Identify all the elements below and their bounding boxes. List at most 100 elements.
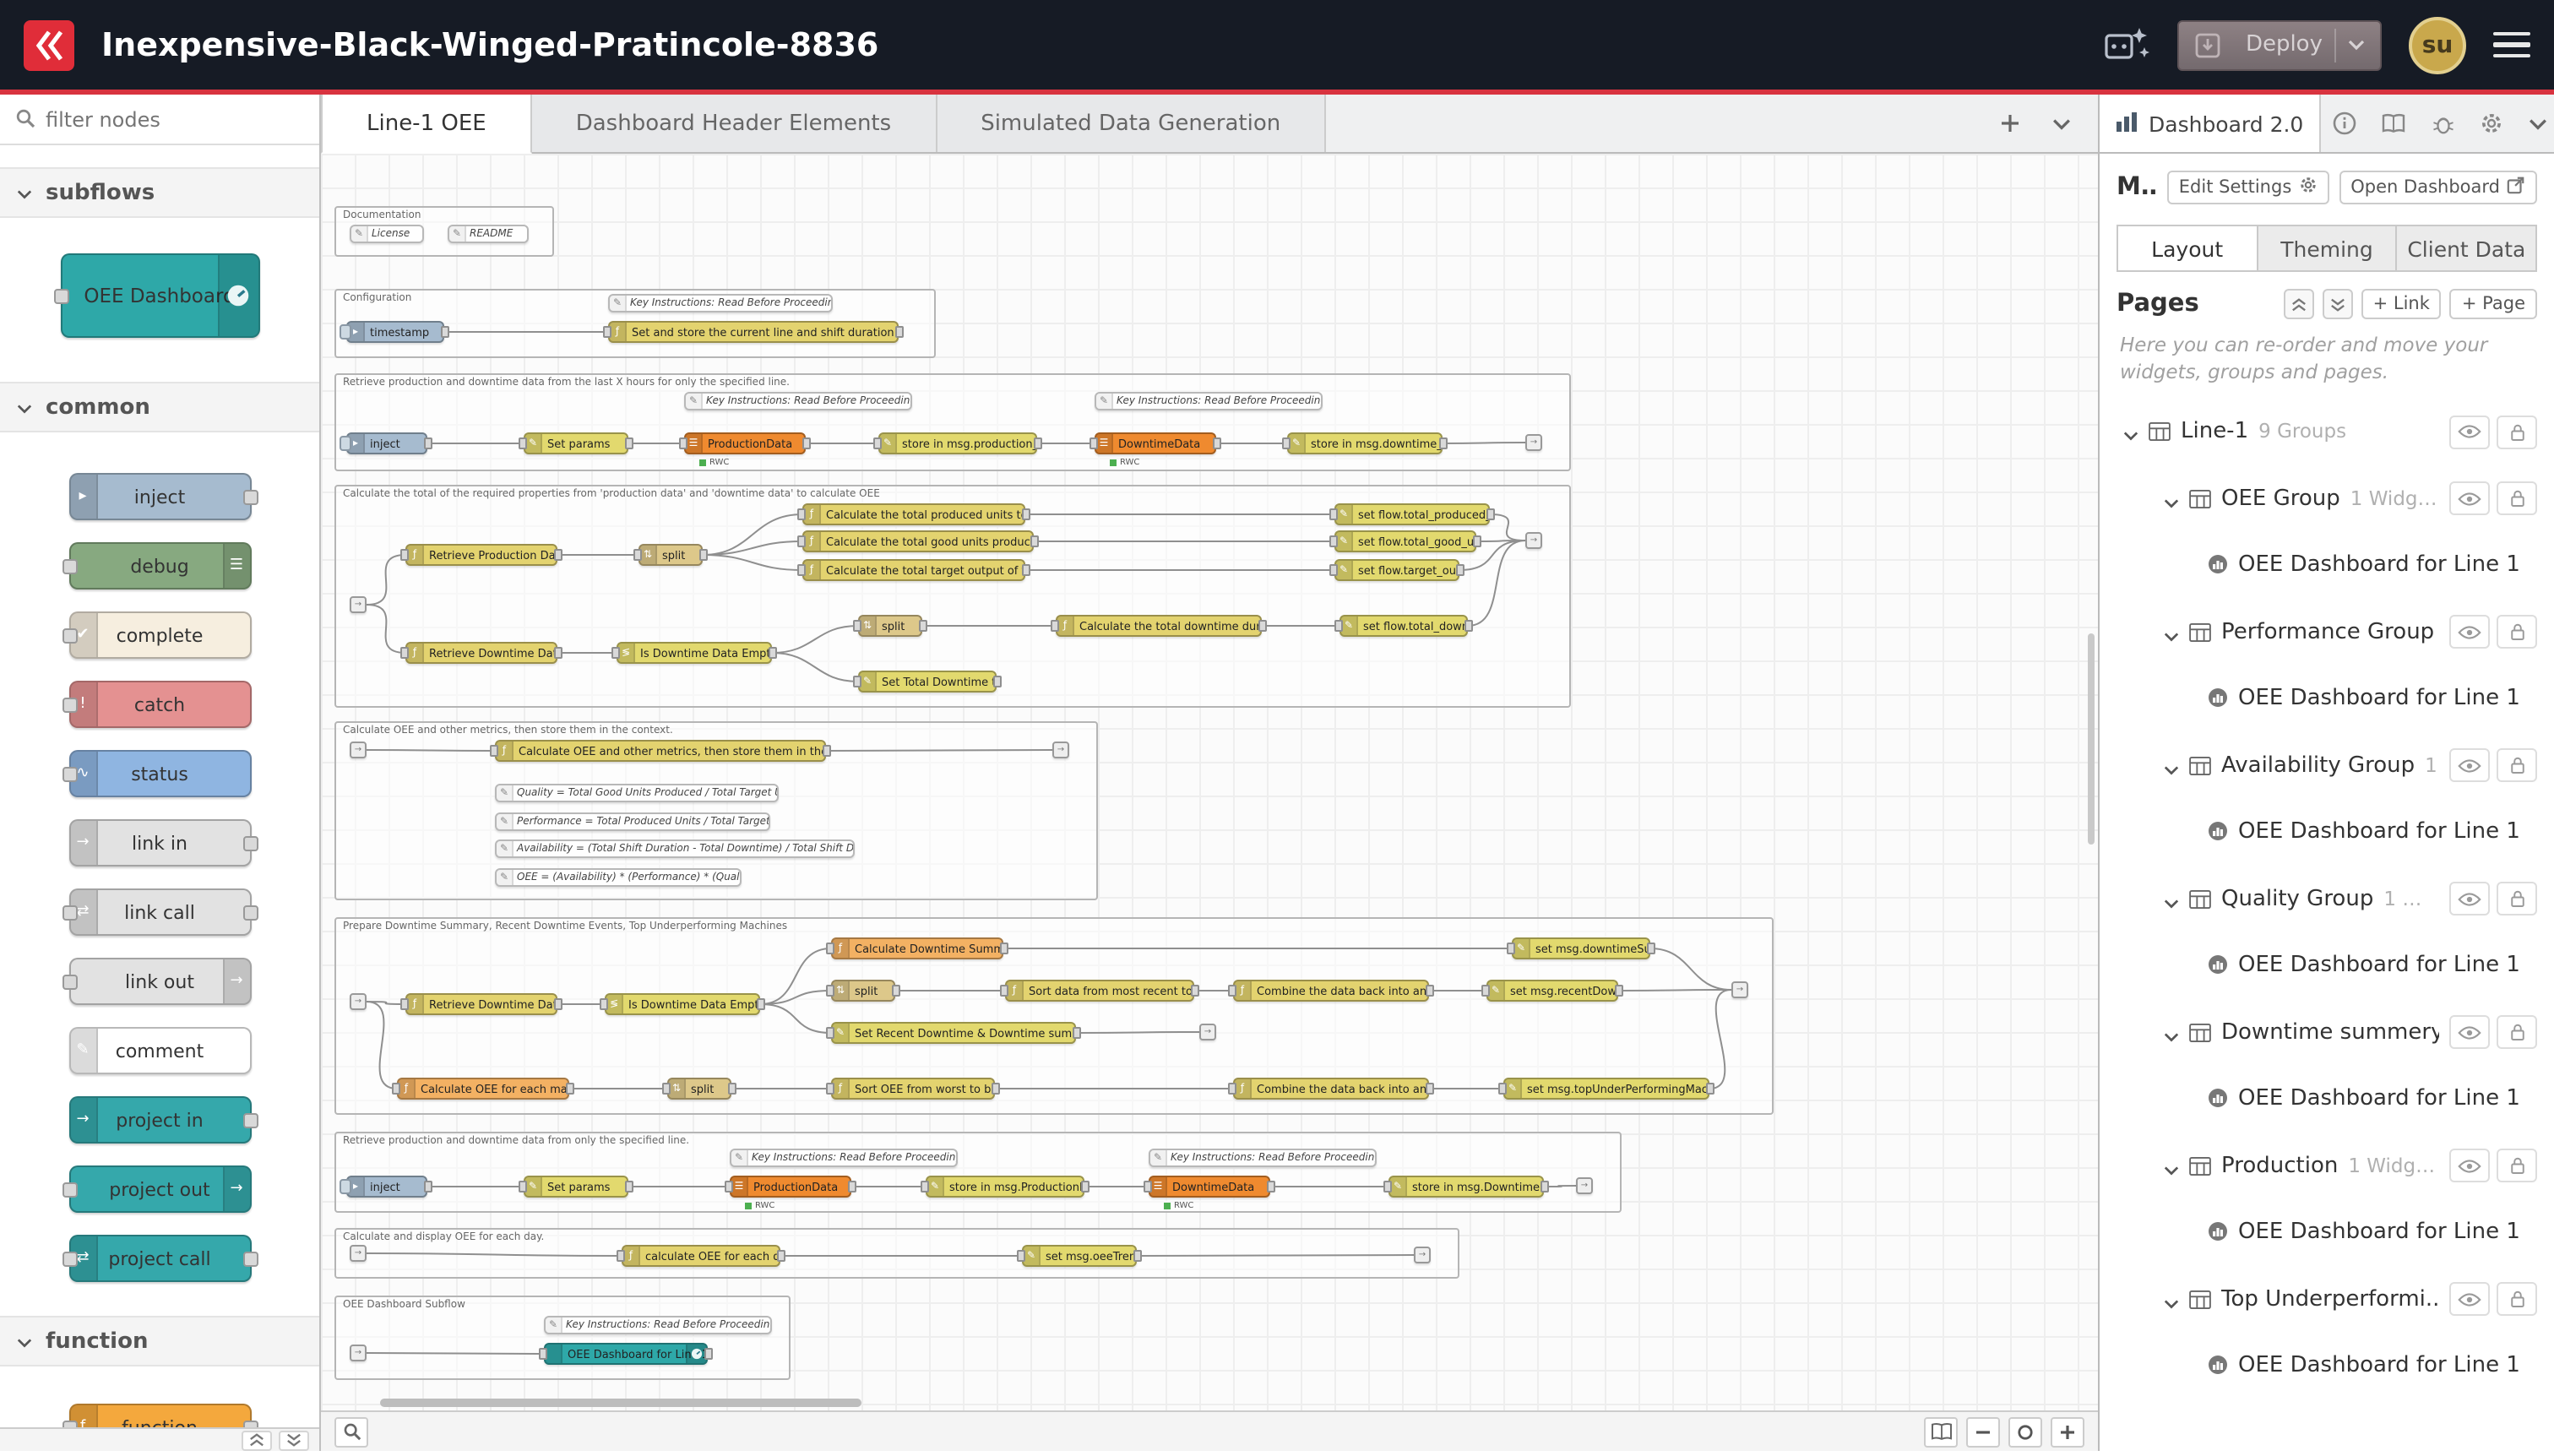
node-subflow[interactable]: OEE Dashboard for Line 1 <box>544 1343 708 1365</box>
node-funcorange[interactable]: ƒCalculate Downtime Summary <box>831 937 1003 959</box>
node-function[interactable]: ƒCalculate OEE and other metrics, then s… <box>495 740 826 762</box>
lock-toggle-button[interactable] <box>2497 1283 2537 1317</box>
palette-node-link-out[interactable]: →link out <box>68 958 251 1005</box>
node-function[interactable]: ƒCalculate the total target output of to… <box>802 559 1025 581</box>
node-function[interactable]: ƒcalculate OEE for each day <box>622 1245 780 1267</box>
palette-node-comment[interactable]: ✎comment <box>68 1027 251 1074</box>
tree-group-row[interactable]: Production1 Widgets <box>2110 1133 2544 1199</box>
node-linkout[interactable]: → <box>1199 1024 1216 1040</box>
tab-config[interactable] <box>2467 95 2516 152</box>
palette-node-project-out[interactable]: →project out <box>68 1165 251 1213</box>
tree-group-row[interactable]: Top Underperformi...1 Widgets <box>2110 1266 2544 1333</box>
node-change[interactable]: ✎Set Recent Downtime & Downtime summary … <box>831 1022 1076 1044</box>
chevron-down-icon[interactable] <box>2164 883 2179 915</box>
visibility-toggle-button[interactable] <box>2449 749 2490 783</box>
palette-node-function[interactable]: ƒfunction <box>68 1404 251 1427</box>
node-linkin[interactable]: → <box>350 742 367 758</box>
tree-group-row[interactable]: Performance Group1 Widgets <box>2110 599 2544 666</box>
node-function[interactable]: ƒSort data from most recent to oldest <box>1005 980 1194 1002</box>
palette-category-header[interactable]: function <box>0 1316 319 1366</box>
expand-all-button[interactable] <box>2323 289 2353 319</box>
tab-debug[interactable] <box>2418 95 2467 152</box>
node-comment[interactable]: ✎Performance = Total Produced Units / To… <box>495 812 770 831</box>
lock-toggle-button[interactable] <box>2497 482 2537 516</box>
node-comment[interactable]: ✎Key Instructions: Read Before Proceedin… <box>1149 1149 1377 1167</box>
flow-canvas[interactable]: DocumentationConfigurationRetrieve produ… <box>321 154 2098 1410</box>
visibility-toggle-button[interactable] <box>2449 1283 2490 1317</box>
node-function[interactable]: ƒRetrieve Production Data <box>405 544 557 566</box>
chevron-down-icon[interactable] <box>2164 1017 2179 1049</box>
palette-node-project-call[interactable]: ⇄project call <box>68 1235 251 1282</box>
node-function[interactable]: ƒCalculate the total produced units toda… <box>802 503 1025 525</box>
node-change[interactable]: ✎set flow.total_produced_units <box>1334 503 1490 525</box>
canvas-search-button[interactable] <box>334 1416 368 1447</box>
node-change[interactable]: ✎set msg.recentDowntime <box>1486 980 1618 1002</box>
canvas-vertical-scrollbar[interactable] <box>2088 633 2095 845</box>
chevron-down-icon[interactable] <box>2164 617 2179 649</box>
tab-simulated-data-generation[interactable]: Simulated Data Generation <box>937 95 1326 152</box>
assistant-icon[interactable] <box>2104 24 2151 65</box>
node-linkin[interactable]: → <box>350 1245 367 1262</box>
node-change[interactable]: ✎store in msg.DowntimeData <box>1388 1176 1544 1198</box>
node-comment[interactable]: ✎OEE = (Availability) * (Performance) * … <box>495 868 742 887</box>
node-query[interactable]: ☰ProductionData <box>730 1176 851 1198</box>
node-function[interactable]: ƒRetrieve Downtime Data <box>405 993 557 1015</box>
node-change[interactable]: ✎Set params <box>524 432 628 454</box>
tree-page-row[interactable]: Line-19 Groups <box>2110 399 2544 465</box>
chevron-down-icon[interactable] <box>2164 750 2179 782</box>
flow-group[interactable]: OEE Dashboard Subflow <box>334 1296 791 1380</box>
user-avatar[interactable]: su <box>2409 16 2466 73</box>
palette-collapse-all-button[interactable] <box>242 1430 272 1450</box>
node-comment[interactable]: ✎Availability = (Total Shift Duration - … <box>495 839 855 858</box>
palette-node-inject[interactable]: ▸inject <box>68 473 251 520</box>
node-function[interactable]: ƒRetrieve Downtime Data <box>405 642 557 664</box>
visibility-toggle-button[interactable] <box>2449 416 2490 449</box>
node-switch[interactable]: ≶Is Downtime Data Empty? <box>617 642 772 664</box>
node-change[interactable]: ✎set msg.topUnderPerformingMachines <box>1503 1078 1709 1100</box>
node-comment[interactable]: ✎License <box>350 225 424 243</box>
palette-node-status[interactable]: ∿status <box>68 750 251 797</box>
node-linkin[interactable]: → <box>350 993 367 1010</box>
zoom-in-button[interactable] <box>2051 1416 2084 1447</box>
flow-group[interactable]: Retrieve production and downtime data fr… <box>334 373 1571 471</box>
node-function[interactable]: ƒSet and store the current line and shif… <box>608 321 899 343</box>
visibility-toggle-button[interactable] <box>2449 616 2490 649</box>
tree-group-row[interactable]: Availability Group1 Widgets <box>2110 732 2544 799</box>
node-query[interactable]: ☰DowntimeData <box>1095 432 1216 454</box>
node-function[interactable]: ƒCombine the data back into an array. <box>1233 980 1429 1002</box>
tab-theming[interactable]: Theming <box>2256 226 2395 270</box>
edit-settings-button[interactable]: Edit Settings <box>2167 171 2329 204</box>
tree-widget-row[interactable]: OEE Dashboard for Line 1 <box>2110 1066 2544 1133</box>
tree-widget-row[interactable]: OEE Dashboard for Line 1 <box>2110 932 2544 999</box>
chevron-down-icon[interactable] <box>2164 1284 2179 1316</box>
node-inject[interactable]: ▸timestamp <box>346 321 444 343</box>
sidebar-tabs-caret[interactable] <box>2520 95 2554 152</box>
chevron-down-icon[interactable] <box>2164 1150 2179 1182</box>
node-change[interactable]: ✎set msg.downtimeSummary <box>1512 937 1650 959</box>
deploy-options-caret[interactable] <box>2336 21 2377 68</box>
tree-widget-row[interactable]: OEE Dashboard for Line 1 <box>2110 1199 2544 1266</box>
node-comment[interactable]: ✎Key Instructions: Read Before Proceedin… <box>1095 392 1323 410</box>
tree-widget-row[interactable]: OEE Dashboard for Line 1 <box>2110 1333 2544 1399</box>
node-split[interactable]: ⇅split <box>831 980 895 1002</box>
node-comment[interactable]: ✎Quality = Total Good Units Produced / T… <box>495 784 779 802</box>
tree-widget-row[interactable]: OEE Dashboard for Line 1 <box>2110 532 2544 599</box>
palette-node-catch[interactable]: !catch <box>68 681 251 728</box>
node-linkout[interactable]: → <box>1414 1247 1431 1263</box>
node-query[interactable]: ☰DowntimeData <box>1149 1176 1270 1198</box>
tab-dashboard-header-elements[interactable]: Dashboard Header Elements <box>532 95 937 152</box>
tree-group-row[interactable]: Downtime summery1 Widgets <box>2110 999 2544 1066</box>
collapse-all-button[interactable] <box>2284 289 2314 319</box>
flow-group[interactable]: Calculate and display OEE for each day. <box>334 1228 1459 1279</box>
chevron-down-icon[interactable] <box>2164 483 2179 515</box>
tree-group-row[interactable]: Quality Group1 Widgets <box>2110 866 2544 932</box>
palette-category-header[interactable]: subflows <box>0 167 319 218</box>
node-comment[interactable]: ✎Key Instructions: Read Before Proceedin… <box>608 294 833 312</box>
lock-toggle-button[interactable] <box>2497 749 2537 783</box>
node-change[interactable]: ✎set msg.oeeTrend <box>1022 1245 1137 1267</box>
node-change[interactable]: ✎Set params <box>524 1176 628 1198</box>
deploy-button[interactable]: Deploy <box>2178 19 2382 70</box>
flow-group[interactable]: Retrieve production and downtime data fr… <box>334 1132 1622 1213</box>
node-function[interactable]: ƒSort OEE from worst to best <box>831 1078 995 1100</box>
node-linkin[interactable]: → <box>350 596 367 613</box>
